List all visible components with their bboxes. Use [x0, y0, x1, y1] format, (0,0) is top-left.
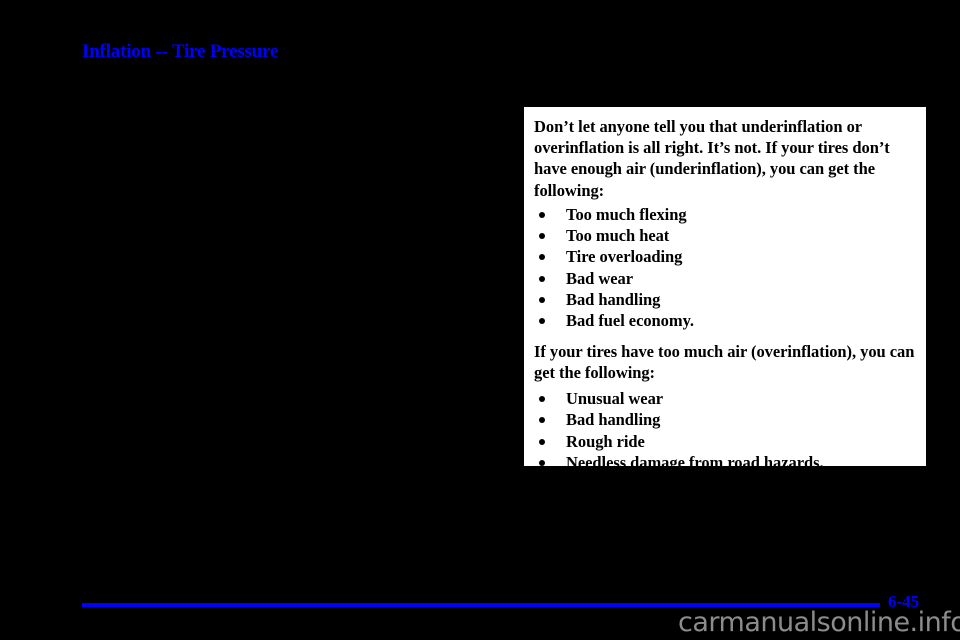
bullet-icon	[539, 396, 545, 402]
list-item: Needless damage from road hazards.	[534, 452, 916, 466]
list-item: Bad wear	[534, 268, 916, 289]
list-item: Unusual wear	[534, 388, 916, 409]
list-item-label: Too much flexing	[566, 204, 687, 224]
list-item: Too much heat	[534, 225, 916, 246]
bullet-icon	[539, 459, 545, 466]
list-item-label: Bad wear	[566, 268, 633, 288]
overinflation-symptom-list: Unusual wear Bad handling Rough ride Nee…	[534, 388, 916, 466]
list-item: Rough ride	[534, 431, 916, 452]
list-item: Too much flexing	[534, 204, 916, 225]
page-title: Inflation -- Tire Pressure	[82, 41, 279, 62]
list-item-label: Tire overloading	[566, 247, 683, 267]
list-item: Bad fuel economy.	[534, 310, 916, 331]
list-item-label: Unusual wear	[566, 389, 664, 408]
list-item-label: Rough ride	[566, 431, 645, 451]
list-item-label: Bad handling	[566, 410, 661, 430]
list-item: Tire overloading	[534, 246, 916, 267]
bullet-icon	[539, 211, 545, 218]
bullet-icon	[539, 318, 545, 325]
list-item-label: Bad handling	[566, 290, 661, 309]
bullet-icon	[539, 297, 545, 303]
list-item: Bad handling	[534, 409, 916, 430]
bullet-icon	[539, 254, 545, 261]
list-item-label: Needless damage from road hazards.	[566, 452, 824, 466]
bullet-icon	[539, 233, 545, 240]
bullet-icon	[539, 417, 545, 424]
list-item-label: Too much heat	[566, 226, 670, 246]
underinflation-symptom-list: Too much flexing Too much heat Tire over…	[534, 204, 916, 332]
callout-intro-paragraph: Don’t let anyone tell you that underinfl…	[534, 117, 890, 200]
list-item: Bad handling	[534, 289, 916, 310]
callout-box: Don’t let anyone tell you that underinfl…	[524, 107, 926, 466]
callout-second-paragraph: If your tires have too much air (overinf…	[534, 341, 915, 382]
manual-page: Inflation -- Tire Pressure Don’t let any…	[0, 0, 960, 640]
list-item-label: Bad fuel economy.	[566, 311, 694, 331]
bullet-icon	[539, 275, 545, 282]
site-watermark: carmanualsonline.info	[678, 607, 960, 638]
bullet-icon	[539, 438, 545, 445]
